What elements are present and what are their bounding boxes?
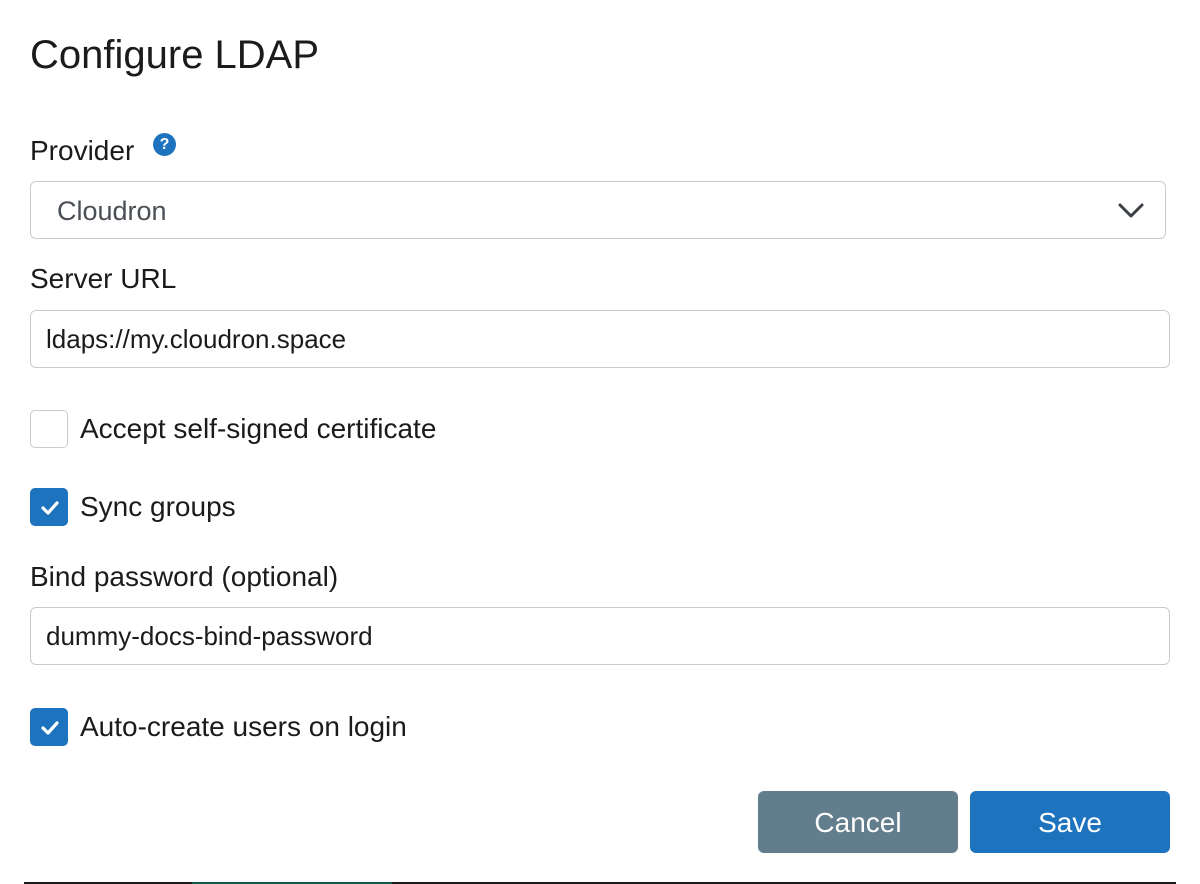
auto-create-users-label: Auto-create users on login [80,711,407,742]
server-url-label: Server URL [30,263,177,294]
check-icon [41,721,59,735]
sync-groups-label: Sync groups [80,491,236,522]
accept-self-signed-row[interactable]: Accept self-signed certificate [30,409,436,449]
server-url-input[interactable] [30,310,1170,368]
question-circle-icon[interactable]: ? [153,133,176,156]
auto-create-users-row[interactable]: Auto-create users on login [30,707,407,747]
bind-password-label: Bind password (optional) [30,561,339,592]
save-button[interactable]: Save [970,791,1170,853]
sync-groups-row[interactable]: Sync groups [30,487,236,527]
cancel-button[interactable]: Cancel [758,791,958,853]
sync-groups-checkbox[interactable] [30,488,68,526]
chevron-down-icon [1118,203,1144,218]
configure-ldap-dialog: Configure LDAP Provider ? Cloudron Serve… [0,0,1200,884]
bind-password-input[interactable] [30,607,1170,665]
provider-select[interactable]: Cloudron [30,181,1166,239]
check-icon [41,501,59,515]
auto-create-users-checkbox[interactable] [30,708,68,746]
dialog-title: Configure LDAP [30,33,320,77]
provider-label: Provider [30,135,135,166]
accept-self-signed-label: Accept self-signed certificate [80,413,437,444]
provider-selected-value: Cloudron [57,196,167,226]
accept-self-signed-checkbox[interactable] [30,410,68,448]
